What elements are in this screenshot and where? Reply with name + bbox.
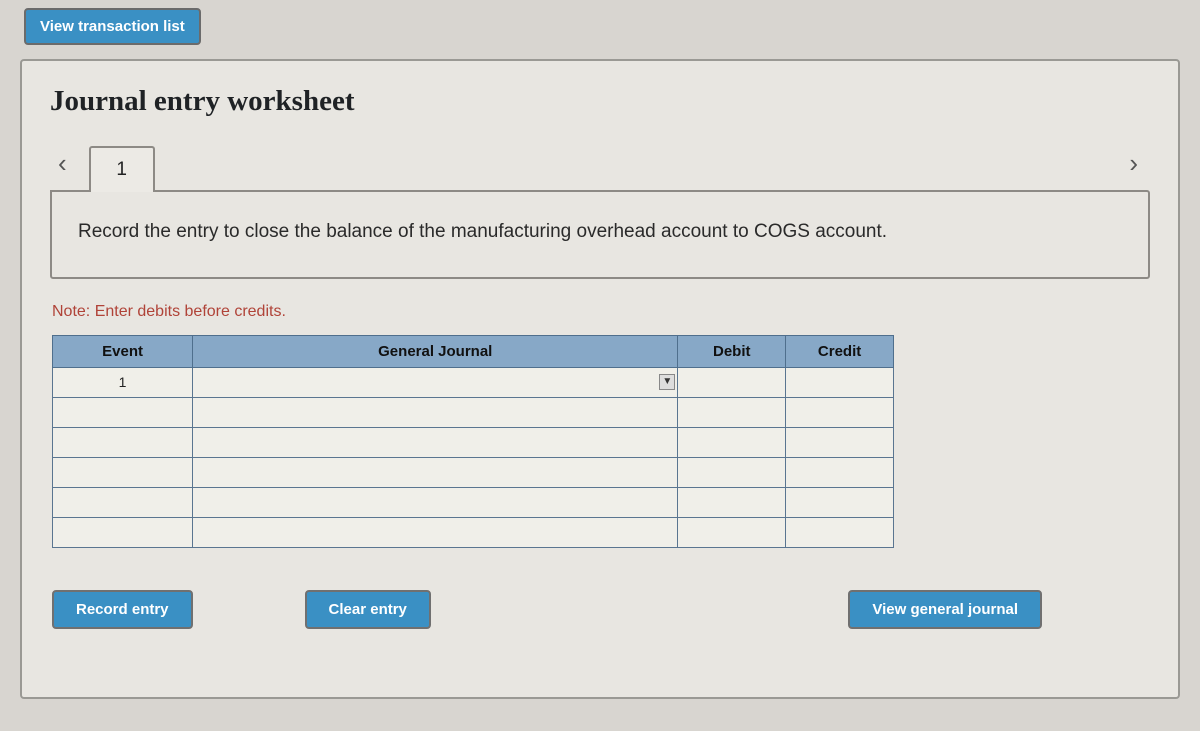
event-cell[interactable] (53, 427, 193, 457)
credit-cell[interactable] (786, 517, 894, 547)
table-row (53, 517, 894, 547)
table-row (53, 487, 894, 517)
record-entry-button[interactable]: Record entry (52, 590, 193, 629)
view-transaction-list-button[interactable]: View transaction list (24, 8, 201, 45)
action-row: Record entry Clear entry View general jo… (50, 590, 1150, 629)
journal-cell[interactable] (193, 517, 678, 547)
table-row: 1 ▼ (53, 367, 894, 397)
credit-cell[interactable] (786, 457, 894, 487)
journal-cell[interactable] (193, 427, 678, 457)
credit-cell[interactable] (786, 487, 894, 517)
dropdown-icon[interactable]: ▼ (659, 374, 675, 390)
col-header-debit: Debit (678, 335, 786, 367)
view-general-journal-button[interactable]: View general journal (848, 590, 1042, 629)
debit-cell[interactable] (678, 367, 786, 397)
journal-cell[interactable] (193, 457, 678, 487)
page-title: Journal entry worksheet (50, 85, 1150, 118)
clear-entry-button[interactable]: Clear entry (305, 590, 431, 629)
debit-cell[interactable] (678, 457, 786, 487)
note-text: Note: Enter debits before credits. (52, 303, 1150, 321)
event-cell[interactable] (53, 457, 193, 487)
col-header-credit: Credit (786, 335, 894, 367)
col-header-journal: General Journal (193, 335, 678, 367)
event-cell[interactable] (53, 517, 193, 547)
event-cell[interactable]: 1 (53, 367, 193, 397)
instruction-box: Record the entry to close the balance of… (50, 190, 1150, 279)
debit-cell[interactable] (678, 397, 786, 427)
worksheet-card: Journal entry worksheet ‹ 1 › Record the… (20, 59, 1180, 699)
debit-cell[interactable] (678, 487, 786, 517)
table-row (53, 457, 894, 487)
journal-cell[interactable] (193, 397, 678, 427)
tab-1[interactable]: 1 (89, 146, 155, 192)
prev-chevron-icon[interactable]: ‹ (50, 144, 75, 183)
event-cell[interactable] (53, 397, 193, 427)
credit-cell[interactable] (786, 427, 894, 457)
event-cell[interactable] (53, 487, 193, 517)
instruction-text: Record the entry to close the balance of… (78, 221, 887, 242)
credit-cell[interactable] (786, 397, 894, 427)
journal-cell[interactable] (193, 487, 678, 517)
credit-cell[interactable] (786, 367, 894, 397)
col-header-event: Event (53, 335, 193, 367)
table-row (53, 427, 894, 457)
journal-table: Event General Journal Debit Credit 1 ▼ (52, 335, 894, 548)
debit-cell[interactable] (678, 427, 786, 457)
debit-cell[interactable] (678, 517, 786, 547)
next-chevron-icon[interactable]: › (1121, 144, 1146, 183)
journal-cell[interactable]: ▼ (193, 367, 678, 397)
table-row (53, 397, 894, 427)
tab-row: ‹ 1 › (50, 136, 1150, 190)
